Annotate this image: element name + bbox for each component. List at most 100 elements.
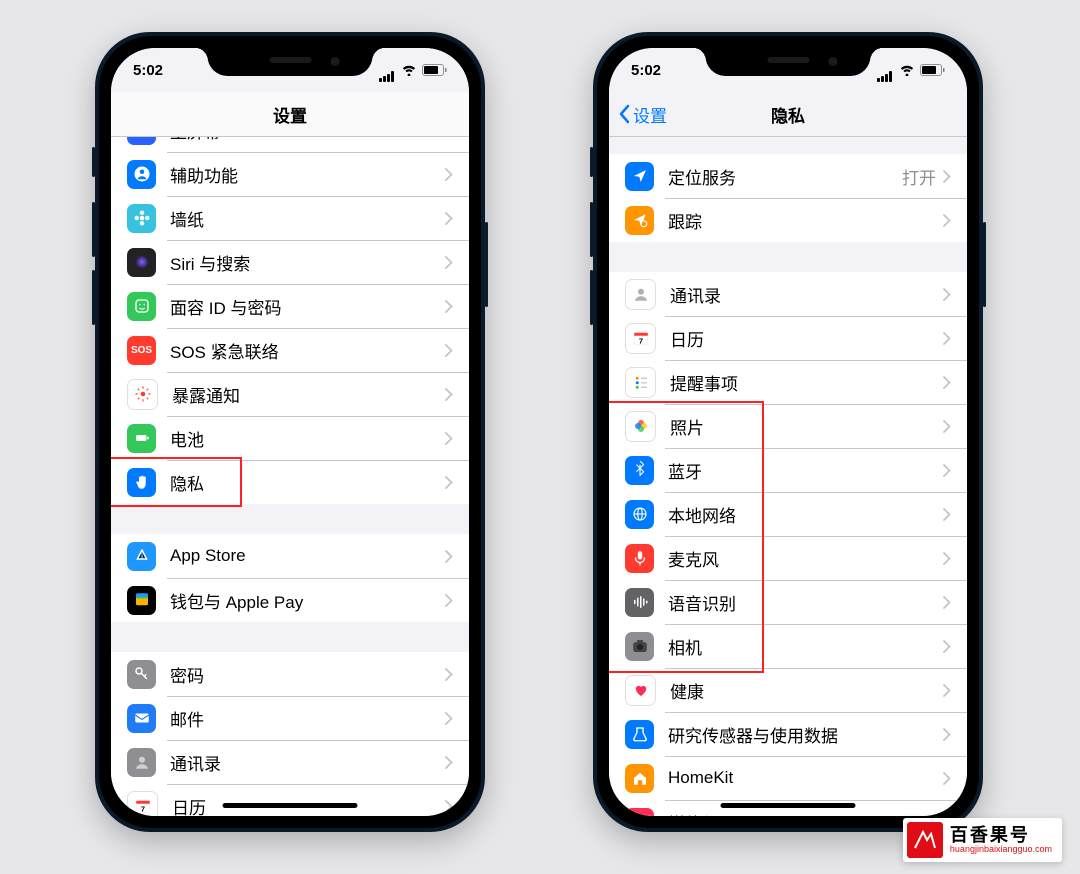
row-bluetooth[interactable]: 蓝牙 — [609, 448, 967, 492]
row-app-store[interactable]: App Store — [111, 534, 469, 578]
row-label: 麦克风 — [668, 546, 943, 571]
row-microphone[interactable]: 麦克风 — [609, 536, 967, 580]
watermark-logo-icon — [907, 822, 943, 858]
row-label: 辅助功能 — [170, 162, 445, 187]
row-tracking[interactable]: 跟踪 — [609, 198, 967, 242]
chevron-right-icon — [445, 168, 453, 181]
row-exposure[interactable]: 暴露通知 — [111, 372, 469, 416]
row-home-screen[interactable]: 主屏幕 — [111, 136, 469, 152]
settings-group: 主屏幕辅助功能墙纸 Siri 与搜索面容 ID 与密码 SOSSOS 紧急联络暴露通… — [111, 136, 469, 504]
chevron-right-icon — [943, 288, 951, 301]
watermark-title: 百香果号 — [950, 826, 1052, 845]
home-indicator[interactable] — [223, 803, 358, 808]
back-label: 设置 — [633, 102, 667, 127]
location-services-icon — [625, 162, 654, 191]
mail-icon — [127, 704, 156, 733]
calendar-icon: 7 — [127, 791, 158, 817]
exposure-icon — [127, 379, 158, 410]
back-button[interactable]: 设置 — [618, 102, 667, 127]
row-speech[interactable]: 语音识别 — [609, 580, 967, 624]
row-privacy[interactable]: 隐私 — [111, 460, 469, 504]
chevron-right-icon — [445, 212, 453, 225]
row-wallet-applepay[interactable]: 钱包与 Apple Pay — [111, 578, 469, 622]
stage: 5:02 设置 主屏幕辅助功能墙纸 Siri 与搜索面容 ID 与密码 SOSSOS… — [0, 0, 1080, 874]
row-health[interactable]: 健康 — [609, 668, 967, 712]
battery-icon — [127, 424, 156, 453]
row-label: App Store — [170, 546, 445, 566]
row-label: 定位服务 — [668, 164, 902, 189]
row-label: 面容 ID 与密码 — [170, 294, 445, 319]
row-label: 蓝牙 — [668, 458, 943, 483]
row-camera[interactable]: 相机 — [609, 624, 967, 668]
row-label: 通讯录 — [670, 282, 943, 307]
chevron-right-icon — [943, 728, 951, 741]
row-photos[interactable]: 照片 — [609, 404, 967, 448]
chevron-right-icon — [943, 376, 951, 389]
chevron-right-icon — [445, 756, 453, 769]
faceid-passcode-icon — [127, 292, 156, 321]
signal-icon — [379, 65, 396, 76]
svg-text:7: 7 — [140, 804, 144, 813]
app-store-icon — [127, 542, 156, 571]
row-accessibility[interactable]: 辅助功能 — [111, 152, 469, 196]
wifi-icon — [401, 64, 417, 76]
chevron-right-icon — [943, 640, 951, 653]
chevron-right-icon — [445, 256, 453, 269]
row-battery[interactable]: 电池 — [111, 416, 469, 460]
siri-search-icon — [127, 248, 156, 277]
svg-text:7: 7 — [638, 336, 642, 345]
chevron-right-icon — [445, 476, 453, 489]
local-network-icon — [625, 500, 654, 529]
phone-right: 5:02 设置 隐私 定位服务打开跟踪通讯录7日历提醒事项照片蓝牙本地网络麦克风… — [593, 32, 983, 832]
home-screen-icon — [127, 136, 156, 145]
row-label: Siri 与搜索 — [170, 250, 445, 275]
microphone-icon — [625, 544, 654, 573]
row-calendar[interactable]: 7日历 — [111, 784, 469, 816]
row-label: HomeKit — [668, 768, 943, 788]
chevron-right-icon — [943, 332, 951, 345]
row-siri-search[interactable]: Siri 与搜索 — [111, 240, 469, 284]
nav-bar: 设置 隐私 — [609, 92, 967, 137]
chevron-right-icon — [943, 772, 951, 785]
battery-icon — [920, 64, 945, 76]
reminders-icon — [625, 367, 656, 398]
chevron-right-icon — [445, 550, 453, 563]
privacy-list[interactable]: 定位服务打开跟踪通讯录 7日历提醒事项照片蓝牙本地网络麦克风语音识别相机健康研究传… — [609, 136, 967, 816]
status-icons — [877, 64, 945, 76]
row-label: 密码 — [170, 662, 445, 687]
nav-title: 设置 — [273, 102, 307, 127]
chevron-right-icon — [943, 596, 951, 609]
row-location-services[interactable]: 定位服务打开 — [609, 154, 967, 198]
row-sos[interactable]: SOSSOS 紧急联络 — [111, 328, 469, 372]
row-homekit[interactable]: HomeKit — [609, 756, 967, 800]
row-local-network[interactable]: 本地网络 — [609, 492, 967, 536]
row-label: 健康 — [670, 678, 943, 703]
home-indicator[interactable] — [721, 803, 856, 808]
sos-icon: SOS — [127, 336, 156, 365]
wallpaper-icon — [127, 204, 156, 233]
row-contacts[interactable]: 通讯录 — [111, 740, 469, 784]
row-mail[interactable]: 邮件 — [111, 696, 469, 740]
row-passwords[interactable]: 密码 — [111, 652, 469, 696]
homekit-icon — [625, 764, 654, 793]
nav-title: 隐私 — [771, 102, 805, 127]
status-icons — [379, 64, 447, 76]
photos-icon — [625, 411, 656, 442]
phone-left: 5:02 设置 主屏幕辅助功能墙纸 Siri 与搜索面容 ID 与密码 SOSSOS… — [95, 32, 485, 832]
nav-bar: 设置 — [111, 92, 469, 137]
chevron-right-icon — [445, 594, 453, 607]
row-wallpaper[interactable]: 墙纸 — [111, 196, 469, 240]
row-contacts[interactable]: 通讯录 — [609, 272, 967, 316]
row-calendars[interactable]: 7日历 — [609, 316, 967, 360]
row-faceid-passcode[interactable]: 面容 ID 与密码 — [111, 284, 469, 328]
row-research[interactable]: 研究传感器与使用数据 — [609, 712, 967, 756]
row-reminders[interactable]: 提醒事项 — [609, 360, 967, 404]
status-time: 5:02 — [133, 62, 163, 79]
settings-list[interactable]: 主屏幕辅助功能墙纸 Siri 与搜索面容 ID 与密码 SOSSOS 紧急联络暴露通… — [111, 136, 469, 816]
signal-icon — [877, 65, 894, 76]
watermark-sub: huangjinbaixiangguo.com — [950, 845, 1052, 854]
row-label: 钱包与 Apple Pay — [170, 588, 445, 613]
contacts-icon — [625, 279, 656, 310]
chevron-right-icon — [943, 508, 951, 521]
wallet-applepay-icon — [127, 586, 156, 615]
